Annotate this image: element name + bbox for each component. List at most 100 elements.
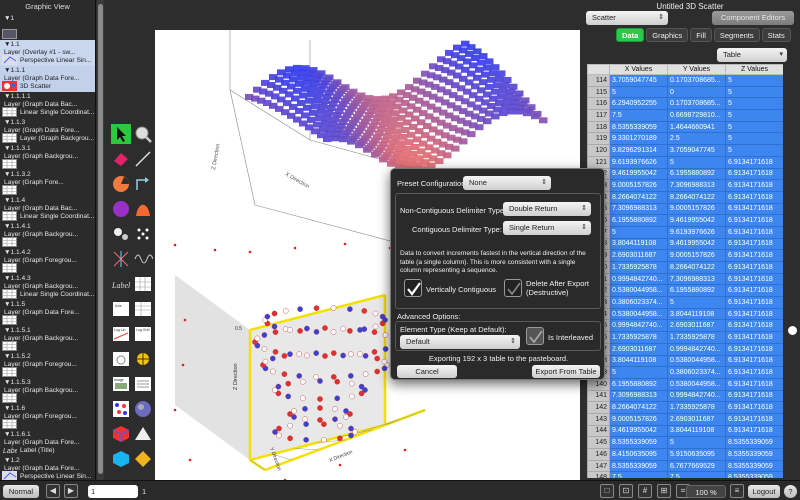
table-cell[interactable]: 1.7335925878 (667, 401, 726, 414)
layer-row[interactable]: ▼1.1.5.3 Layer (Graph Backgrou... (0, 378, 95, 404)
table-cell[interactable]: 6.9134171618 (725, 354, 783, 368)
table-row[interactable]: 142 8.2664074122 1.7335925878 6.9134171618 (587, 401, 783, 414)
table-cell[interactable]: 5 (667, 296, 726, 309)
guides-icon[interactable]: ⊞ (657, 484, 671, 498)
table-cell[interactable]: 8.4150635095 (609, 448, 668, 461)
cancel-button[interactable]: Cancel (397, 365, 457, 378)
table-cell[interactable]: 6.9134171618 (725, 342, 783, 356)
layer-row[interactable]: ▼1.1.5.1 Layer (Graph Backgrou... (0, 326, 95, 352)
table-row[interactable]: 1372.69030116870.9994842740...6.91341716… (587, 342, 783, 356)
pyramid-tool-icon[interactable] (133, 424, 153, 444)
table-row[interactable]: 148 7.5 7.5 8.5355339059 (587, 471, 783, 478)
table-cell[interactable]: 6.1955880892 (667, 284, 726, 298)
table-row[interactable]: 118 8.5355339059 1.4644660941 5 (587, 120, 783, 134)
box-tool-icon[interactable] (111, 449, 131, 469)
column-header[interactable]: Y Values (667, 64, 726, 75)
data-table-container[interactable]: X Values Y Values Z Values 114 3.7059047745… (587, 64, 783, 478)
table-cell[interactable]: 9.0005157826 (609, 412, 668, 426)
layer-row[interactable]: ▼1.1.1.1 Layer (Graph Data Bac... Linear S… (0, 92, 95, 118)
table-cell[interactable]: 3.8044119108 (667, 424, 726, 438)
table-cell[interactable]: 0.5380044958... (609, 307, 668, 321)
diamond-tool-icon[interactable] (133, 449, 153, 469)
table-cell[interactable]: 9.4619955042 (609, 167, 668, 181)
table-cell[interactable]: 5 (725, 132, 783, 146)
table-cell[interactable]: 1.7335925878 (609, 261, 668, 274)
table-cell[interactable]: 1.7335925878 (667, 331, 726, 344)
table-cell[interactable]: 0.5380044958... (667, 377, 726, 391)
column-header[interactable]: X Values (609, 64, 668, 75)
row-number[interactable]: 121 (587, 155, 610, 169)
table-cell[interactable]: 6.9134171618 (725, 237, 783, 251)
table-row[interactable]: 147 8.5355339059 6.7677669529 8.5355339059 (587, 459, 783, 473)
table-cell[interactable]: 6.9134171618 (725, 179, 783, 192)
table-cell[interactable]: 6.9134171618 (725, 249, 783, 262)
table-row[interactable]: 121 9.6193976626 5 6.9134171618 (587, 155, 783, 169)
table-cell[interactable]: 6.7677669529 (667, 459, 726, 473)
next-page-icon[interactable]: ▶ (64, 484, 78, 498)
table-cell[interactable]: 0 (667, 85, 726, 99)
layer-row[interactable]: ▼1.1.1 Layer (Graph Data Fore... 3D Scatte… (0, 66, 95, 92)
table-cell[interactable]: 7.3096988313 (609, 389, 668, 403)
table-cell[interactable]: 7.3096988313 (609, 202, 668, 216)
curve-tool-icon[interactable] (133, 199, 153, 219)
table-cell[interactable]: 2.6903011687 (609, 342, 668, 356)
table-row[interactable]: 144 9.4619955042 3.8044119108 6.9134171618 (587, 424, 783, 438)
table-cell[interactable]: 5 (609, 225, 668, 239)
column-header[interactable] (587, 64, 610, 75)
previous-page-icon[interactable]: ◀ (46, 484, 60, 498)
table-cell[interactable]: 1.4644660941 (667, 120, 726, 134)
table-cell[interactable]: 6.9134171618 (725, 284, 783, 298)
table-cell[interactable]: 9.0005157826 (609, 179, 668, 192)
table-cell[interactable]: 8.2664074122 (667, 190, 726, 204)
row-number[interactable]: 114 (587, 74, 610, 87)
view-mode-popup[interactable]: Table ▾ (717, 48, 787, 62)
table-row[interactable]: 114 3.7059047745 0.1703708685... 5 (587, 74, 783, 87)
element-type-popup[interactable]: Default ⇕ (400, 335, 520, 349)
row-number[interactable]: 141 (587, 389, 610, 403)
table-cell[interactable]: 9.4619955042 (667, 237, 726, 251)
table-cell[interactable]: 0.5380044958... (609, 284, 668, 298)
row-number[interactable]: 116 (587, 97, 610, 111)
table-cell[interactable]: 9.0005157826 (667, 202, 726, 216)
tab-stats[interactable]: Stats (761, 28, 791, 42)
preset-popup[interactable]: None ⇕ (463, 176, 551, 190)
table-cell[interactable]: 6.9134171618 (725, 366, 783, 379)
table-cell[interactable]: 6.9134171618 (725, 214, 783, 227)
layer-row[interactable]: ▼1 (0, 14, 95, 40)
table-cell[interactable]: 5 (609, 85, 668, 99)
contig-popup[interactable]: Single Return ⇕ (503, 221, 591, 235)
table-cell[interactable]: 5 (725, 144, 783, 157)
table-cell[interactable]: 3.7059047745 (609, 74, 668, 87)
table-cell[interactable]: 5 (667, 155, 726, 169)
axis-tool-icon[interactable]: Axis (111, 299, 131, 319)
table-row[interactable]: 145 8.5355339059 5 8.5355339059 (587, 436, 783, 449)
help-button[interactable]: ? (784, 485, 797, 498)
table-row[interactable]: 1330.3806023374...56.9134171618 (587, 296, 783, 309)
layer-scroll-thumb[interactable] (98, 4, 103, 474)
table-cell[interactable]: 7.5 (609, 109, 668, 122)
sheet-tool-icon[interactable] (133, 374, 153, 394)
table-cell[interactable]: 9.6193976626 (667, 225, 726, 239)
table-cell[interactable]: 3.8044119108 (667, 307, 726, 321)
table-cell[interactable]: 8.2664074122 (667, 261, 726, 274)
layer-scrollbar[interactable] (97, 0, 104, 480)
table-cell[interactable]: 6.9134171618 (725, 307, 783, 321)
table-row[interactable]: 1239.00051578267.30969883136.9134171618 (587, 179, 783, 192)
table-row[interactable]: 140 6.1955880892 0.5380044958... 6.91341716… (587, 377, 783, 391)
table-cell[interactable]: 0.3806023374... (667, 366, 726, 379)
tab-fill[interactable]: Fill (690, 28, 712, 42)
table-cell[interactable]: 7.5 (609, 471, 668, 478)
table-cell[interactable]: 8.5355339059 (725, 459, 783, 473)
table-cell[interactable]: 5 (725, 74, 783, 87)
table-cell[interactable]: 2.5 (667, 132, 726, 146)
table-scroll-thumb[interactable] (788, 326, 797, 335)
table-cell[interactable]: 8.2664074122 (609, 190, 668, 204)
table-cell[interactable]: 9.4619955042 (667, 214, 726, 227)
layer-row[interactable]: ▼1.1.5 Layer (Graph Data Fore... (0, 300, 95, 326)
table-cell[interactable]: 0.6698729810... (667, 109, 726, 122)
is-interleaved-checkbox[interactable] (526, 327, 544, 345)
table-cell[interactable]: 0.5380044958... (667, 354, 726, 368)
layer-row[interactable]: ▼1.1.5.2 Layer (Graph Foregrou... (0, 352, 95, 378)
layer-row[interactable]: ▼1.1.6 Layer (Graph Foregrou... (0, 404, 95, 430)
component-editors-button[interactable]: Component Editors (712, 11, 794, 25)
